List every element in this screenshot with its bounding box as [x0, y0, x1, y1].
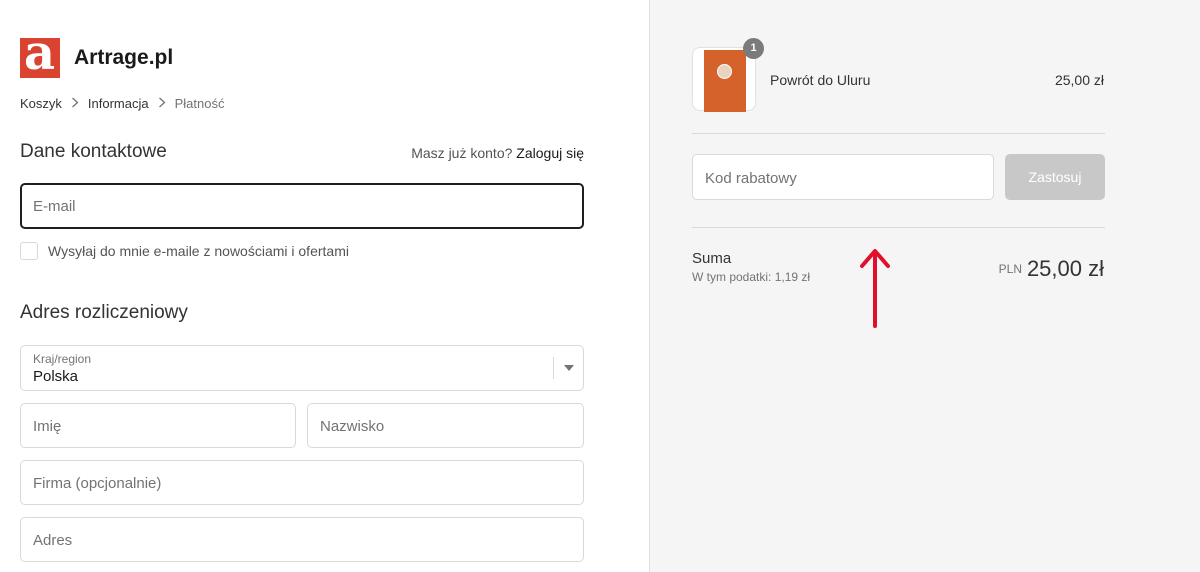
breadcrumb-payment: Płatność [174, 96, 225, 111]
newsletter-option[interactable]: Wysyłaj do mnie e-maile z nowościami i o… [20, 242, 349, 260]
order-total: 25,00 zł [1026, 256, 1104, 281]
chevron-right-icon [71, 96, 79, 111]
chevron-down-icon[interactable] [564, 365, 574, 371]
address-field[interactable]: Adres [20, 517, 584, 562]
first-name-placeholder: Imię [33, 418, 62, 435]
email-placeholder: E-mail [33, 198, 76, 215]
first-name-field[interactable]: Imię [20, 403, 296, 448]
product-price: 25,00 zł [1054, 72, 1104, 88]
quantity-badge: 1 [743, 38, 764, 59]
book-cover-illustration [717, 64, 732, 79]
product-name: Powrót do Uluru [770, 72, 871, 88]
contact-section-title: Dane kontaktowe [20, 141, 167, 162]
logo-letter: a [24, 38, 56, 78]
brand[interactable]: a Artrage.pl [20, 38, 173, 78]
email-field[interactable]: E-mail [20, 183, 584, 229]
country-value: Polska [33, 368, 79, 385]
login-prompt-text: Masz już konto? [411, 145, 513, 161]
discount-placeholder: Kod rabatowy [705, 170, 797, 187]
country-label: Kraj/region [33, 352, 92, 366]
logo-icon: a [20, 38, 60, 78]
country-select[interactable]: Kraj/region Polska [20, 345, 584, 391]
sum-label: Suma [692, 250, 732, 267]
address-placeholder: Adres [33, 532, 73, 549]
newsletter-label[interactable]: Wysyłaj do mnie e-maile z nowościami i o… [48, 243, 349, 259]
apply-discount-button[interactable]: Zastosuj [1005, 154, 1105, 200]
breadcrumb-cart[interactable]: Koszyk [20, 96, 62, 111]
currency-code: PLN [998, 262, 1022, 276]
company-placeholder: Firma (opcjonalnie) [33, 475, 162, 492]
billing-section-title: Adres rozliczeniowy [20, 302, 188, 323]
chevron-right-icon [158, 96, 166, 111]
checkout-form-panel: a Artrage.pl Koszyk Informacja Płatność … [0, 0, 649, 572]
order-summary-panel: 1 Powrót do Uluru 25,00 zł Kod rabatowy … [649, 0, 1200, 572]
login-link[interactable]: Zaloguj się [516, 145, 584, 161]
last-name-field[interactable]: Nazwisko [307, 403, 584, 448]
brand-name: Artrage.pl [74, 46, 174, 69]
divider [692, 227, 1105, 228]
select-divider [553, 357, 554, 379]
book-cover [704, 50, 746, 112]
divider [692, 133, 1105, 134]
discount-code-input[interactable]: Kod rabatowy [692, 154, 994, 200]
last-name-placeholder: Nazwisko [320, 418, 385, 435]
annotation-arrow-icon [860, 249, 890, 328]
breadcrumb-information[interactable]: Informacja [88, 96, 149, 111]
breadcrumb: Koszyk Informacja Płatność [20, 96, 224, 111]
tax-label: W tym podatki: 1,19 zł [692, 270, 811, 284]
company-field[interactable]: Firma (opcjonalnie) [20, 460, 584, 505]
newsletter-checkbox[interactable] [20, 242, 38, 260]
login-prompt: Masz już konto? Zaloguj się [411, 145, 584, 161]
